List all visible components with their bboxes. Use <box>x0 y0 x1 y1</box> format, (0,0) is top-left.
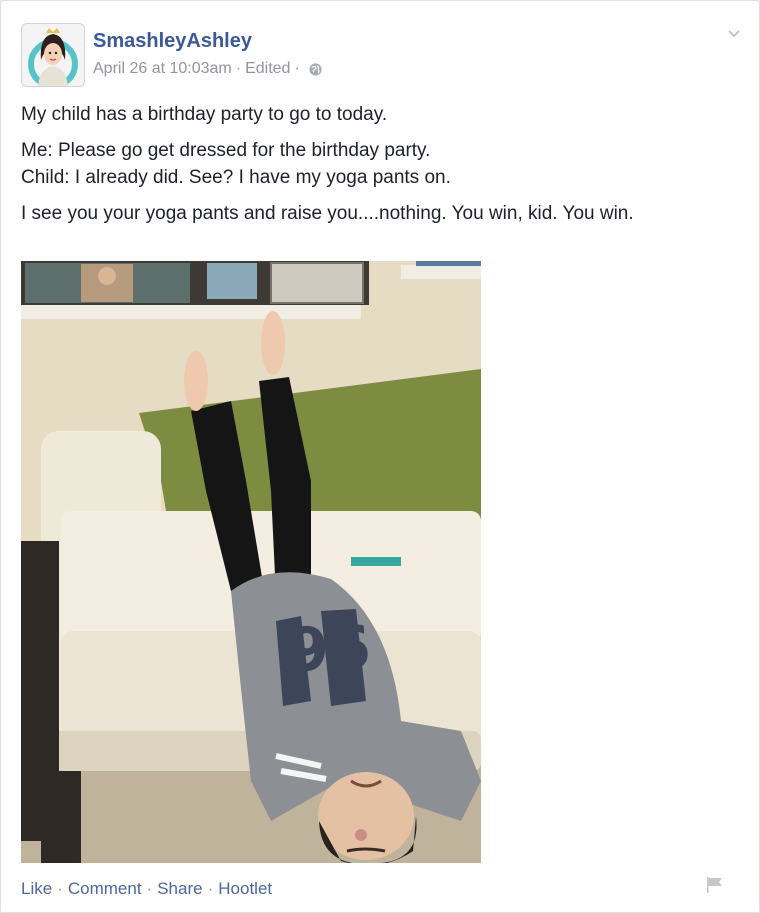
post-paragraph: My child has a birthday party to go to t… <box>21 104 388 125</box>
post-paragraph: Me: Please go get dressed for the birthd… <box>21 140 431 161</box>
post-meta: April 26 at 10:03am · Edited · <box>93 60 323 78</box>
like-link[interactable]: Like <box>21 879 52 898</box>
chevron-down-icon[interactable] <box>725 25 743 43</box>
author-avatar[interactable] <box>21 23 85 87</box>
meta-separator: · <box>294 60 300 77</box>
action-separator: · <box>57 879 63 898</box>
post-photo[interactable]: 96 <box>21 261 481 863</box>
post-actions: Like · Comment · Share · Hootlet <box>21 879 272 899</box>
action-separator: · <box>146 879 153 898</box>
action-separator: · <box>207 879 214 898</box>
author-name[interactable]: SmashleyAshley <box>93 30 252 53</box>
hootlet-link[interactable]: Hootlet <box>218 879 272 898</box>
meta-separator: · <box>235 60 242 77</box>
photo-jersey-number: 96 <box>285 609 372 683</box>
post-date[interactable]: April 26 at 10:03am <box>93 60 232 78</box>
comment-link[interactable]: Comment <box>68 879 142 898</box>
edited-label[interactable]: Edited <box>245 60 290 78</box>
post-text: My child has a birthday party to go to t… <box>21 101 741 236</box>
post-paragraph: Child: I already did. See? I have my yog… <box>21 167 451 188</box>
share-link[interactable]: Share <box>157 879 202 898</box>
flag-icon[interactable] <box>704 875 726 895</box>
globe-icon[interactable] <box>308 62 323 77</box>
post-card: SmashleyAshley April 26 at 10:03am · Edi… <box>0 0 760 913</box>
post-paragraph: I see you your yoga pants and raise you.… <box>21 203 634 224</box>
